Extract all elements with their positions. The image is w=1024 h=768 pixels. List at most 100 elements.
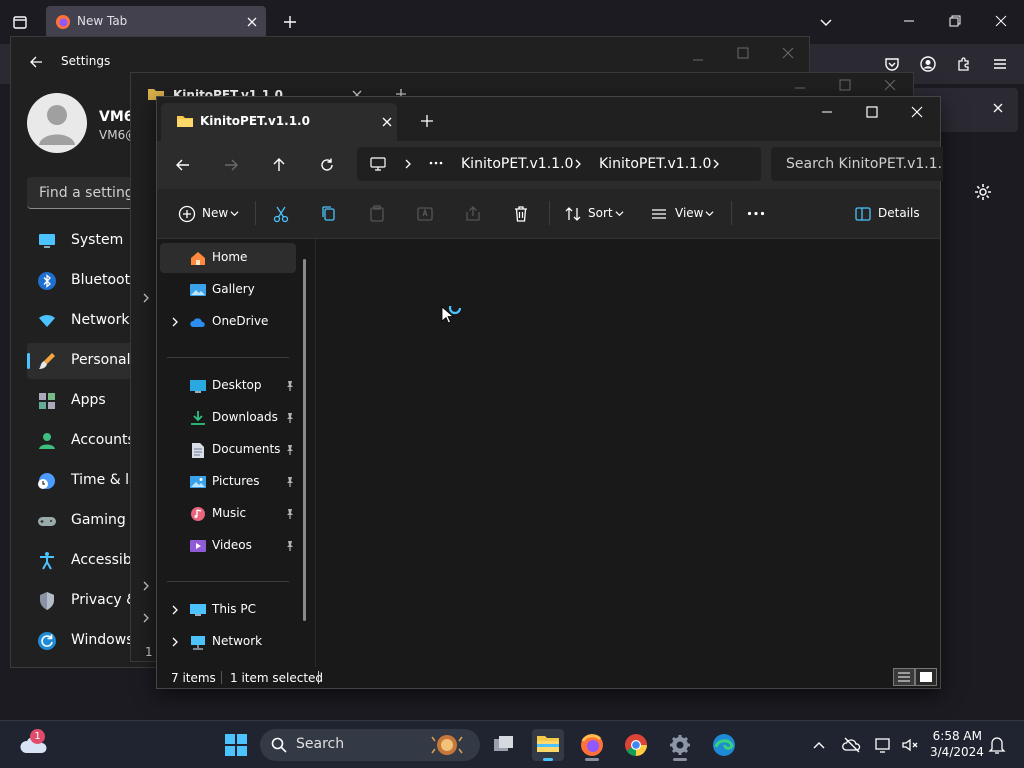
details-button[interactable]: Details (878, 206, 920, 220)
gear-icon[interactable] (973, 182, 993, 202)
command-separator (549, 201, 550, 225)
maximize-icon[interactable] (736, 46, 750, 60)
address-input[interactable]: KinitoPET.v1.1.0 KinitoPET.v1.1.0 (357, 147, 761, 181)
pin-icon[interactable] (284, 380, 296, 392)
chevron-right-icon[interactable] (141, 293, 151, 303)
pin-icon[interactable] (284, 444, 296, 456)
chevron-right-icon[interactable] (169, 316, 181, 328)
up-arrow-icon[interactable] (271, 157, 287, 173)
network-icon (191, 636, 205, 650)
sort-button[interactable]: Sort (588, 206, 613, 220)
clock-date[interactable]: 3/4/2024 (930, 745, 984, 759)
more-icon[interactable] (429, 161, 443, 165)
nav-item-this-pc[interactable]: This PC (160, 595, 296, 625)
details-view-icon[interactable] (893, 668, 915, 686)
pin-icon[interactable] (284, 476, 296, 488)
chevron-right-icon[interactable] (169, 604, 181, 616)
folder-icon (177, 116, 193, 127)
avatar[interactable] (27, 93, 87, 153)
close-icon[interactable] (246, 16, 258, 28)
more-icon[interactable] (747, 211, 765, 216)
menu-icon[interactable] (992, 56, 1008, 72)
nav-item-downloads[interactable]: Downloads (160, 403, 296, 433)
close-icon[interactable] (381, 116, 393, 128)
taskbar-firefox[interactable] (576, 729, 608, 761)
maximize-icon[interactable] (865, 105, 879, 119)
breadcrumb-item[interactable]: KinitoPET.v1.1.0 (599, 156, 711, 172)
close-icon[interactable] (883, 78, 897, 92)
close-icon[interactable] (994, 14, 1008, 28)
weather-widget[interactable]: 1 (18, 729, 50, 761)
chevron-right-icon[interactable] (141, 613, 151, 623)
nav-item-music[interactable]: Music (160, 499, 296, 529)
nav-divider (167, 357, 289, 358)
pin-icon[interactable] (284, 412, 296, 424)
share-icon[interactable] (461, 202, 485, 226)
new-tab-icon[interactable] (282, 14, 298, 30)
explorer-tab[interactable]: KinitoPET.v1.1.0 (161, 103, 397, 141)
minimize-icon[interactable] (820, 105, 834, 119)
minimize-icon[interactable] (691, 53, 705, 67)
nav-item-gallery[interactable]: Gallery (160, 275, 296, 305)
nav-scrollbar[interactable] (303, 259, 306, 621)
cut-icon[interactable] (269, 202, 293, 226)
new-button[interactable]: New (202, 206, 228, 220)
taskbar-edge[interactable] (708, 729, 740, 761)
pin-icon[interactable] (284, 540, 296, 552)
breadcrumb-item[interactable]: KinitoPET.v1.1.0 (461, 156, 573, 172)
explorer-search-input[interactable]: Search KinitoPET.v1.1.0 (771, 147, 943, 181)
clock-time[interactable]: 6:58 AM (930, 729, 982, 743)
nav-item-pictures[interactable]: Pictures (160, 467, 296, 497)
status-separator (318, 671, 319, 684)
tab-list-icon[interactable] (12, 14, 28, 30)
copy-icon[interactable] (317, 202, 341, 226)
taskbar-chrome[interactable] (620, 729, 652, 761)
back-arrow-icon[interactable] (175, 157, 191, 173)
task-view-button[interactable] (488, 729, 520, 761)
rename-icon[interactable] (413, 202, 437, 226)
taskbar-file-explorer[interactable] (532, 729, 564, 761)
taskbar-settings[interactable] (664, 729, 696, 761)
close-icon[interactable] (992, 102, 1004, 114)
new-tab-icon[interactable] (420, 114, 434, 128)
browser-tab-new-tab[interactable]: New Tab (46, 6, 266, 38)
delete-icon[interactable] (509, 202, 533, 226)
chevron-right-icon[interactable] (141, 581, 151, 591)
network-icon[interactable] (874, 735, 894, 755)
extensions-icon[interactable] (956, 56, 972, 72)
chevron-down-icon[interactable] (818, 14, 834, 30)
nav-item-videos[interactable]: Videos (160, 531, 296, 561)
pc-icon (190, 604, 206, 616)
chevron-right-icon[interactable] (169, 636, 181, 648)
view-button[interactable]: View (675, 206, 703, 220)
close-icon[interactable] (781, 46, 795, 60)
minimize-icon[interactable] (793, 81, 807, 95)
nav-item-network[interactable]: Network (160, 627, 296, 657)
refresh-icon[interactable] (319, 157, 335, 173)
restore-icon[interactable] (948, 14, 962, 28)
pocket-icon[interactable] (884, 56, 900, 72)
volume-muted-icon[interactable] (900, 735, 920, 755)
bell-icon[interactable] (988, 735, 1006, 755)
brush-icon (39, 353, 55, 369)
large-icons-view-icon[interactable] (915, 668, 937, 686)
start-button[interactable] (220, 729, 252, 761)
search-highlight-icon (431, 735, 463, 755)
onedrive-offline-icon[interactable] (842, 735, 862, 755)
paste-icon[interactable] (365, 202, 389, 226)
nav-item-desktop[interactable]: Desktop (160, 371, 296, 401)
nav-item-label: Downloads (212, 410, 278, 424)
taskbar-search-input[interactable]: Search (260, 729, 480, 761)
account-icon[interactable] (920, 56, 936, 72)
close-icon[interactable] (910, 105, 924, 119)
chevron-up-icon[interactable] (812, 738, 826, 752)
back-arrow-icon[interactable] (29, 55, 43, 69)
nav-item-onedrive[interactable]: OneDrive (160, 307, 296, 337)
nav-item-home[interactable]: Home (160, 243, 296, 273)
forward-arrow-icon[interactable] (223, 157, 239, 173)
maximize-icon[interactable] (838, 78, 852, 92)
pin-icon[interactable] (284, 508, 296, 520)
nav-item-documents[interactable]: Documents (160, 435, 296, 465)
minimize-icon[interactable] (902, 14, 916, 28)
file-content-pane[interactable] (315, 239, 940, 667)
